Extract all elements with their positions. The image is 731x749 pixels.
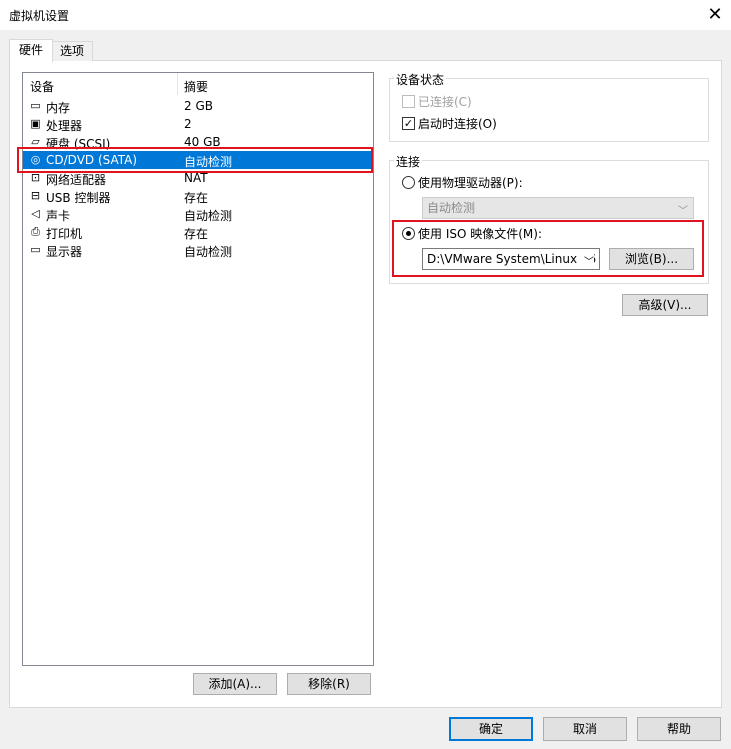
list-item[interactable]: ▭ 显示器 自动检测 [23,241,371,259]
ok-button[interactable]: 确定 [449,717,533,741]
remove-button[interactable]: 移除(R) [287,673,371,695]
title-bar [0,0,731,30]
printer-icon: ⎙ [31,225,40,238]
device-name: 内存 [46,101,71,115]
tab-options[interactable]: 选项 [51,41,93,61]
device-name: USB 控制器 [46,191,111,205]
list-item[interactable]: ◁ 声卡 自动检测 [23,205,371,223]
list-item[interactable]: ▭ 内存 2 GB [23,97,371,115]
cancel-button[interactable]: 取消 [543,717,627,741]
device-name: 打印机 [46,227,83,241]
help-button[interactable]: 帮助 [637,717,721,741]
physical-drive-label: 使用物理驱动器(P): [418,176,523,190]
device-name: 声卡 [46,209,71,223]
list-item[interactable]: ⊡ 网络适配器 NAT [23,169,371,187]
cpu-icon: ▣ [30,117,41,130]
physical-drive-combo-value: 自动检测 [427,201,476,215]
device-summary: 存在 [184,227,209,241]
device-status-label: 设备状态 [394,71,447,88]
tab-hardware[interactable]: 硬件 [9,39,53,62]
device-summary: NAT [184,171,208,185]
window-title: 虚拟机设置 [9,9,70,23]
connection-label: 连接 [394,153,423,170]
network-adapter-icon: ⊡ [30,171,41,184]
highlight-box-iso [392,220,704,277]
device-name: 网络适配器 [46,173,107,187]
connected-label: 已连接(C) [418,95,472,109]
connect-at-power-on-label: 启动时连接(O) [418,117,497,131]
physical-drive-radio[interactable] [402,176,415,189]
close-button[interactable]: ✕ [700,2,730,28]
connect-at-power-on-checkbox[interactable]: ✓ [402,117,415,130]
memory-icon: ▭ [30,99,41,112]
device-summary: 自动检测 [184,245,233,259]
list-item[interactable]: ⊟ USB 控制器 存在 [23,187,371,205]
usb-icon: ⊟ [30,189,41,202]
device-summary: 存在 [184,191,209,205]
device-name: 处理器 [46,119,83,133]
list-item[interactable]: ⎙ 打印机 存在 [23,223,371,241]
chevron-down-icon: ﹀ [678,206,688,217]
device-summary: 2 GB [184,99,213,113]
column-separator[interactable] [177,73,178,95]
connected-checkbox[interactable] [402,95,415,108]
display-icon: ▭ [30,243,41,256]
device-summary: 自动检测 [184,209,233,223]
column-header-summary[interactable]: 摘要 [184,78,208,95]
sound-card-icon: ◁ [31,207,40,220]
list-item[interactable]: ▣ 处理器 2 [23,115,371,133]
device-summary: 2 [184,117,192,131]
advanced-button[interactable]: 高级(V)... [622,294,708,316]
column-header-device[interactable]: 设备 [30,78,54,95]
device-name: 显示器 [46,245,83,259]
physical-drive-combo[interactable]: 自动检测 ﹀ [422,197,694,219]
add-button[interactable]: 添加(A)... [193,673,277,695]
